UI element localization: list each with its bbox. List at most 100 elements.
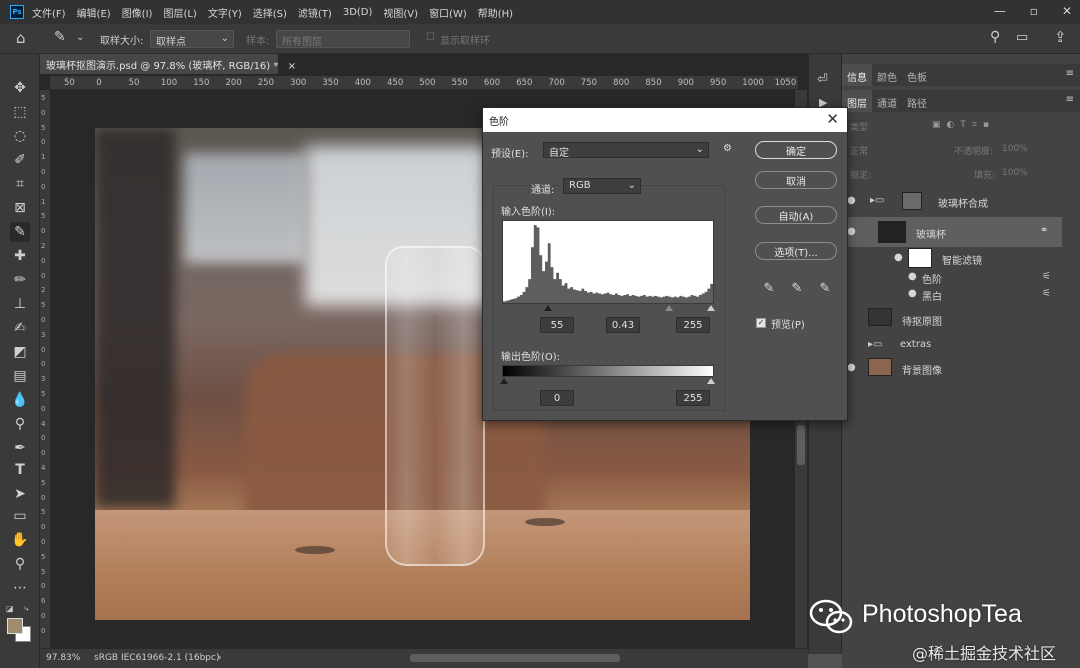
eye-icon[interactable]: ●	[847, 226, 856, 237]
minimize-button[interactable]: —	[994, 4, 1006, 18]
zoom-level[interactable]: 97.83%	[46, 653, 80, 663]
blend-mode[interactable]: 正常	[850, 144, 868, 157]
opacity-value[interactable]: 100%	[1002, 144, 1028, 154]
search-icon[interactable]: ⚲	[990, 29, 1000, 45]
zoom-tool-icon[interactable]: ⚲	[10, 554, 30, 574]
layer-row[interactable]: ● 色阶 ⚟	[842, 268, 1062, 286]
eye-icon[interactable]: ●	[847, 195, 856, 206]
brush-tool-icon[interactable]: ✏	[10, 270, 30, 290]
clone-stamp-icon[interactable]: ⊥	[10, 294, 30, 314]
show-ring-checkbox[interactable]: ☐	[426, 32, 435, 43]
history-brush-icon[interactable]: ✍	[10, 318, 30, 338]
history-panel-icon[interactable]: ⏎	[817, 72, 828, 87]
tab-paths[interactable]: 路径	[902, 90, 932, 112]
menu-image[interactable]: 图像(I)	[122, 5, 153, 20]
gradient-tool-icon[interactable]: ▤	[10, 366, 30, 386]
filter-options-icon[interactable]: ⚟	[1042, 288, 1051, 299]
tab-swatches[interactable]: 色板	[902, 64, 932, 86]
options-button[interactable]: 选项(T)...	[755, 242, 837, 260]
input-black-field[interactable]: 55	[540, 317, 574, 333]
frame-tool-icon[interactable]: ⊠	[10, 198, 30, 218]
layer-row[interactable]: ● 黑白 ⚟	[842, 285, 1062, 303]
black-point-eyedropper-icon[interactable]: ✎	[761, 280, 777, 296]
tab-color[interactable]: 颜色	[872, 64, 902, 86]
maximize-button[interactable]: ▫	[1030, 4, 1038, 18]
path-select-icon[interactable]: ➤	[10, 484, 30, 504]
eyedropper-tool-icon[interactable]: ✎	[10, 222, 30, 242]
move-tool-icon[interactable]: ✥	[10, 78, 30, 98]
menu-layer[interactable]: 图层(L)	[163, 5, 196, 20]
rectangle-tool-icon[interactable]: ▭	[10, 506, 30, 526]
close-icon[interactable]: ✕	[826, 110, 839, 128]
layer-row[interactable]: 待抠原图	[842, 305, 1062, 333]
close-tab-icon[interactable]: ×	[288, 61, 296, 72]
menu-edit[interactable]: 编辑(E)	[77, 5, 111, 20]
output-black-field[interactable]: 0	[540, 390, 574, 406]
blur-tool-icon[interactable]: 💧	[10, 390, 30, 410]
eye-icon[interactable]: ●	[908, 271, 917, 282]
eye-icon[interactable]: ●	[908, 288, 917, 299]
horizontal-scroll-thumb[interactable]	[410, 654, 620, 662]
output-white-field[interactable]: 255	[676, 390, 710, 406]
close-window-button[interactable]: ✕	[1062, 4, 1072, 18]
healing-brush-icon[interactable]: ✚	[10, 246, 30, 266]
layer-row[interactable]: ● ▸▭ 玻璃杯合成	[842, 189, 1062, 213]
eye-icon[interactable]: ●	[894, 252, 903, 263]
tab-channels[interactable]: 通道	[872, 90, 902, 112]
menu-3d[interactable]: 3D(D)	[343, 7, 373, 18]
eraser-tool-icon[interactable]: ◩	[10, 342, 30, 362]
dodge-tool-icon[interactable]: ⚲	[10, 414, 30, 434]
home-icon[interactable]: ⌂	[16, 29, 26, 47]
output-white-slider[interactable]	[707, 378, 715, 384]
layer-row[interactable]: ● 智能滤镜	[842, 246, 1062, 270]
input-white-slider[interactable]	[707, 305, 715, 311]
channel-select[interactable]: RGB ⌄	[563, 178, 641, 194]
lasso-tool-icon[interactable]: ◌	[10, 126, 30, 146]
input-gamma-slider[interactable]	[665, 305, 673, 311]
filter-icons[interactable]: ▣◐T⌗▪	[932, 120, 995, 130]
share-icon[interactable]: ⇪	[1054, 28, 1067, 46]
preview-checkbox[interactable]: ✓	[756, 318, 766, 328]
ok-button[interactable]: 确定	[755, 141, 837, 159]
menu-select[interactable]: 选择(S)	[253, 5, 287, 20]
more-tools-icon[interactable]: ⋯	[10, 578, 30, 598]
marquee-tool-icon[interactable]: ⬚	[10, 102, 30, 122]
preset-select[interactable]: 自定 ⌄	[543, 142, 709, 159]
eyedropper-preset-icon[interactable]: ✎	[54, 29, 66, 45]
vertical-scroll-thumb[interactable]	[797, 425, 805, 465]
input-gamma-field[interactable]: 0.43	[606, 317, 640, 333]
layer-row[interactable]: ● 背景图像	[842, 354, 1062, 382]
status-menu-arrow[interactable]: ›	[218, 653, 222, 663]
cancel-button[interactable]: 取消	[755, 171, 837, 189]
panel-menu-icon[interactable]: ≡	[1066, 68, 1074, 79]
filter-options-icon[interactable]: ⚟	[1042, 271, 1051, 282]
menu-help[interactable]: 帮助(H)	[478, 5, 513, 20]
panel-menu-icon[interactable]: ≡	[1066, 94, 1074, 105]
sample-select[interactable]: 所有图层	[276, 30, 410, 48]
quick-select-icon[interactable]: ✐	[10, 150, 30, 170]
menu-file[interactable]: 文件(F)	[32, 5, 66, 20]
document-tab[interactable]: 玻璃杯抠图演示.psd @ 97.8% (玻璃杯, RGB/16) * ×	[40, 54, 296, 74]
workspace-icon[interactable]: ▭	[1016, 30, 1028, 45]
gray-point-eyedropper-icon[interactable]: ✎	[789, 280, 805, 296]
input-black-slider[interactable]	[544, 305, 552, 311]
output-black-slider[interactable]	[500, 378, 508, 384]
chevron-down-icon[interactable]: ⌄	[76, 32, 84, 43]
input-white-field[interactable]: 255	[676, 317, 710, 333]
layer-row[interactable]: ● 玻璃杯 ⚭	[842, 217, 1062, 247]
menu-window[interactable]: 窗口(W)	[429, 5, 467, 20]
menu-filter[interactable]: 滤镜(T)	[298, 5, 332, 20]
eye-icon[interactable]: ●	[847, 362, 856, 373]
swap-colors-icon[interactable]: ⤷	[24, 604, 28, 614]
fill-value[interactable]: 100%	[1002, 168, 1028, 178]
filter-kind[interactable]: 类型	[850, 120, 868, 133]
tab-info[interactable]: 信息	[842, 64, 872, 86]
preset-options-gear-icon[interactable]: ⚙	[723, 143, 732, 154]
menu-type[interactable]: 文字(Y)	[208, 5, 242, 20]
auto-button[interactable]: 自动(A)	[755, 206, 837, 224]
hand-tool-icon[interactable]: ✋	[10, 530, 30, 550]
sample-size-select[interactable]: 取样点 ⌄	[150, 30, 234, 48]
default-colors-icon[interactable]: ◪	[6, 604, 14, 613]
menu-view[interactable]: 视图(V)	[383, 5, 418, 20]
white-point-eyedropper-icon[interactable]: ✎	[817, 280, 833, 296]
